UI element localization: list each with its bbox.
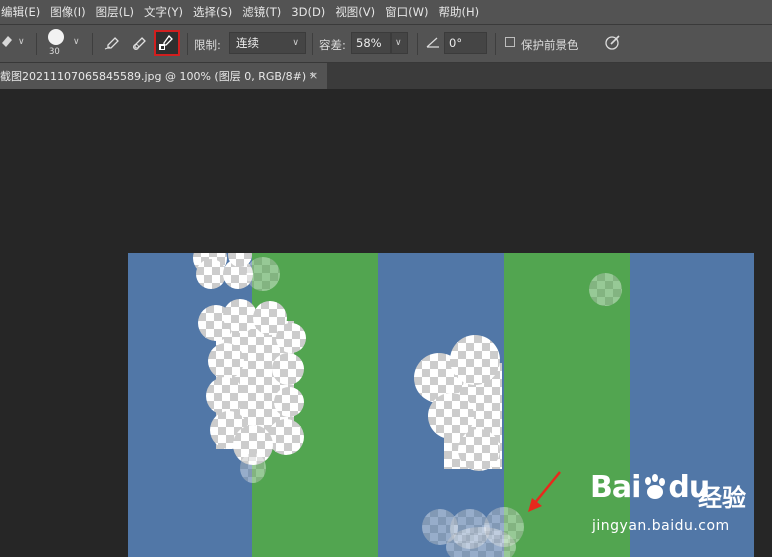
- brush-picker-chevron-icon[interactable]: ∨: [73, 37, 80, 47]
- menu-view[interactable]: 视图(V): [330, 0, 380, 24]
- separator: [495, 33, 496, 55]
- menu-bar: 编辑(E) 图像(I) 图层(L) 文字(Y) 选择(S) 滤镜(T) 3D(D…: [0, 0, 772, 25]
- menu-select[interactable]: 选择(S): [188, 0, 237, 24]
- tolerance-field[interactable]: 58%: [351, 32, 391, 54]
- watermark-brand: Bai du: [590, 470, 710, 505]
- menu-filter[interactable]: 滤镜(T): [237, 0, 286, 24]
- watermark-product: 经验: [698, 484, 746, 512]
- erased-area: [276, 323, 306, 353]
- watermark-url: jingyan.baidu.com: [592, 518, 730, 534]
- protect-foreground-label: 保护前景色: [521, 38, 579, 52]
- separator: [92, 33, 93, 55]
- erased-area: [458, 429, 500, 471]
- angle-value: 0°: [449, 36, 463, 50]
- protect-foreground-checkbox[interactable]: [505, 37, 515, 47]
- erased-area: [246, 257, 280, 291]
- menu-type[interactable]: 文字(Y): [139, 0, 188, 24]
- paw-icon: [640, 470, 668, 505]
- tool-preset-chevron-icon[interactable]: ∨: [18, 37, 25, 47]
- close-icon[interactable]: ×: [309, 69, 318, 82]
- menu-image[interactable]: 图像(I): [45, 0, 90, 24]
- chevron-down-icon: ∨: [292, 38, 299, 48]
- separator: [417, 33, 418, 55]
- limit-label: 限制:: [194, 38, 221, 52]
- menu-help[interactable]: 帮助(H): [434, 0, 485, 24]
- annotation-arrow-icon: [528, 471, 561, 512]
- baidu-jingyan-watermark: Bai du 经验 jingyan.baidu.com: [590, 470, 772, 557]
- erased-area: [206, 377, 244, 415]
- document-tab-title: 截图20211107065845589.jpg @ 100% (图层 0, RG…: [0, 70, 316, 83]
- erased-area: [274, 387, 304, 417]
- erased-area: [223, 299, 257, 333]
- menu-3d[interactable]: 3D(D): [286, 0, 330, 24]
- erased-area: [240, 453, 266, 483]
- erased-area: [268, 419, 304, 455]
- erased-area: [196, 259, 226, 289]
- sampling-once-icon[interactable]: [129, 32, 151, 54]
- erased-area: [208, 343, 244, 379]
- menu-window[interactable]: 窗口(W): [380, 0, 433, 24]
- limit-dropdown[interactable]: 连续 ∨: [229, 32, 306, 54]
- erased-area: [589, 273, 622, 306]
- chevron-down-icon: ∨: [395, 38, 402, 48]
- sampling-continuous-icon[interactable]: [102, 32, 124, 54]
- document-tab[interactable]: 截图20211107065845589.jpg @ 100% (图层 0, RG…: [0, 63, 327, 89]
- pressure-size-icon[interactable]: [604, 33, 622, 54]
- brush-preview-icon[interactable]: [48, 29, 64, 45]
- erased-area: [272, 353, 304, 385]
- separator: [312, 33, 313, 55]
- angle-field[interactable]: 0°: [444, 32, 487, 54]
- separator: [36, 33, 37, 55]
- watermark-brand-text: Bai: [590, 470, 641, 505]
- document-tab-bar: 截图20211107065845589.jpg @ 100% (图层 0, RG…: [0, 63, 772, 89]
- limit-value: 连续: [236, 36, 259, 50]
- tolerance-value: 58%: [356, 36, 382, 50]
- angle-icon: [426, 35, 440, 52]
- tolerance-label: 容差:: [319, 38, 346, 52]
- eraser-tool-icon[interactable]: [0, 33, 14, 52]
- menu-layer[interactable]: 图层(L): [91, 0, 139, 24]
- tool-options-bar: ∨ 30 ∨ 限制: 连续 ∨ 容差: 58% ∨ 0° 保护前景色: [0, 25, 772, 63]
- menu-edit[interactable]: 编辑(E): [0, 0, 45, 24]
- tolerance-dropdown-button[interactable]: ∨: [391, 32, 408, 54]
- brush-size-label: 30: [49, 47, 60, 57]
- sampling-background-swatch-icon[interactable]: [154, 30, 180, 56]
- erased-area: [450, 335, 500, 385]
- separator: [187, 33, 188, 55]
